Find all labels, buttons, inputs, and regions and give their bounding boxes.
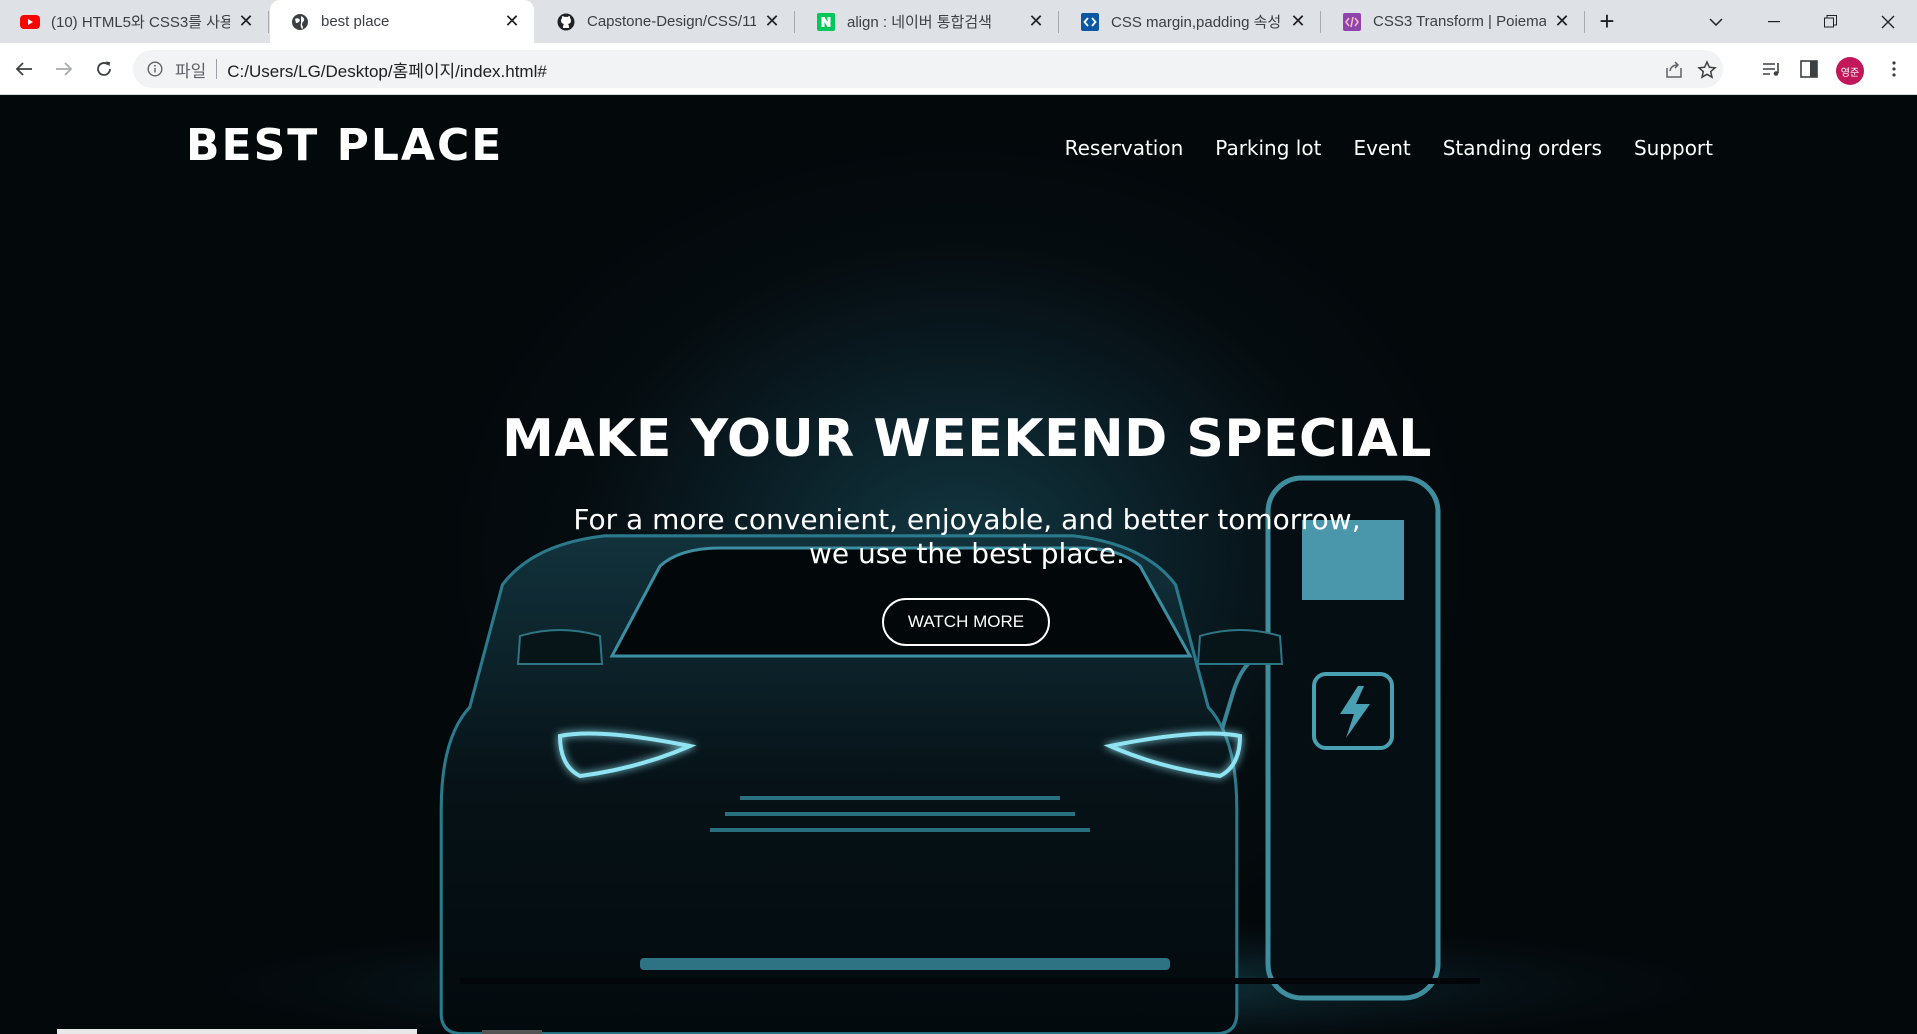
share-icon[interactable] [1663, 59, 1685, 81]
minimize-button[interactable] [1746, 0, 1802, 43]
site-nav: Reservation Parking lot Event Standing o… [1065, 136, 1713, 160]
youtube-icon [20, 12, 40, 32]
tab-title: Capstone-Design/CSS/11. [587, 13, 756, 30]
close-icon[interactable]: ✕ [502, 11, 522, 32]
profile-avatar[interactable]: 영준 [1836, 57, 1864, 85]
hero-subtitle-line2: we use the best place. [808, 537, 1126, 570]
side-panel-icon [1800, 60, 1818, 78]
close-window-button[interactable] [1860, 0, 1916, 43]
close-icon[interactable]: ✕ [236, 11, 256, 32]
tab-css-margin[interactable]: CSS margin,padding 속성 ✕ [1060, 0, 1320, 43]
tab-poiemaweb[interactable]: CSS3 Transform | PoiemaWeb ✕ [1322, 0, 1584, 43]
back-button[interactable] [8, 53, 40, 85]
playlist-icon [1763, 63, 1779, 76]
hero-subtitle-line1: For a more convenient, enjoyable, and be… [573, 503, 1361, 536]
tab-github[interactable]: Capstone-Design/CSS/11. ✕ [536, 0, 794, 43]
forward-button[interactable] [48, 53, 80, 85]
hero-subtitle: For a more convenient, enjoyable, and be… [0, 503, 1917, 571]
url-text[interactable]: C:/Users/LG/Desktop/홈페이지/index.html# [227, 57, 547, 82]
scrollbar-track-mark [482, 1030, 542, 1034]
close-icon[interactable]: ✕ [762, 11, 782, 32]
star-icon[interactable] [1696, 59, 1718, 81]
menu-button[interactable] [1882, 57, 1906, 81]
tab-title: (10) HTML5와 CSS3를 사용 [51, 14, 230, 31]
close-icon[interactable]: ✕ [1026, 11, 1046, 32]
nav-standing-orders[interactable]: Standing orders [1443, 136, 1602, 160]
tab-naver[interactable]: align : 네이버 통합검색 ✕ [796, 0, 1058, 43]
tab-title: align : 네이버 통합검색 [847, 14, 992, 31]
media-control-button[interactable] [1760, 57, 1784, 81]
reload-icon [97, 61, 111, 76]
close-icon [1881, 15, 1895, 28]
tab-divider [1058, 11, 1059, 33]
tab-title: CSS margin,padding 속성 [1111, 14, 1282, 31]
nav-reservation[interactable]: Reservation [1065, 136, 1184, 160]
tab-youtube[interactable]: (10) HTML5와 CSS3를 사용 ✕ [0, 0, 268, 43]
tab-divider [794, 11, 795, 33]
info-icon[interactable] [145, 59, 165, 79]
address-divider [216, 59, 218, 79]
github-icon [556, 12, 576, 32]
arrow-left-icon [15, 62, 32, 76]
close-icon[interactable]: ✕ [1288, 11, 1308, 32]
globe-icon [290, 12, 310, 32]
browser-toolbar: 파일 C:/Users/LG/Desktop/홈페이지/index.html# … [0, 43, 1917, 95]
hero-title: MAKE YOUR WEEKEND SPECIAL [502, 409, 1432, 469]
address-bar[interactable]: 파일 C:/Users/LG/Desktop/홈페이지/index.html# [133, 50, 1723, 88]
side-panel-button[interactable] [1797, 57, 1821, 81]
page-viewport: BEST PLACE Reservation Parking lot Event… [0, 96, 1917, 1034]
arrow-right-icon [56, 62, 73, 76]
tab-title: best place [321, 13, 390, 30]
horizontal-scrollbar[interactable] [57, 1029, 417, 1034]
close-icon[interactable]: ✕ [1552, 11, 1572, 32]
new-tab-button[interactable]: + [1592, 6, 1622, 36]
tab-divider [268, 11, 269, 33]
nav-event[interactable]: Event [1353, 136, 1410, 160]
tab-divider [1320, 11, 1321, 33]
tab-strip: (10) HTML5와 CSS3를 사용 ✕ best place ✕ Caps… [0, 0, 1917, 43]
tab-title: CSS3 Transform | PoiemaWeb [1373, 13, 1546, 30]
restore-button[interactable] [1802, 0, 1858, 43]
code-icon [1080, 12, 1100, 32]
minimize-icon [1768, 20, 1780, 22]
site-logo[interactable]: BEST PLACE [186, 124, 503, 168]
naver-icon [816, 12, 836, 32]
tab-search-button[interactable] [1688, 0, 1744, 43]
tab-divider [1584, 11, 1585, 33]
reload-button[interactable] [88, 53, 120, 85]
watch-more-button[interactable]: WATCH MORE [882, 598, 1050, 646]
chevron-down-icon [1709, 17, 1723, 26]
tab-best-place[interactable]: best place ✕ [270, 0, 534, 43]
poiemaweb-icon [1342, 12, 1362, 32]
restore-icon [1823, 15, 1837, 28]
nav-parking-lot[interactable]: Parking lot [1215, 136, 1321, 160]
nav-support[interactable]: Support [1634, 136, 1713, 160]
kebab-menu-icon [1892, 61, 1896, 77]
scheme-label: 파일 [175, 61, 207, 81]
